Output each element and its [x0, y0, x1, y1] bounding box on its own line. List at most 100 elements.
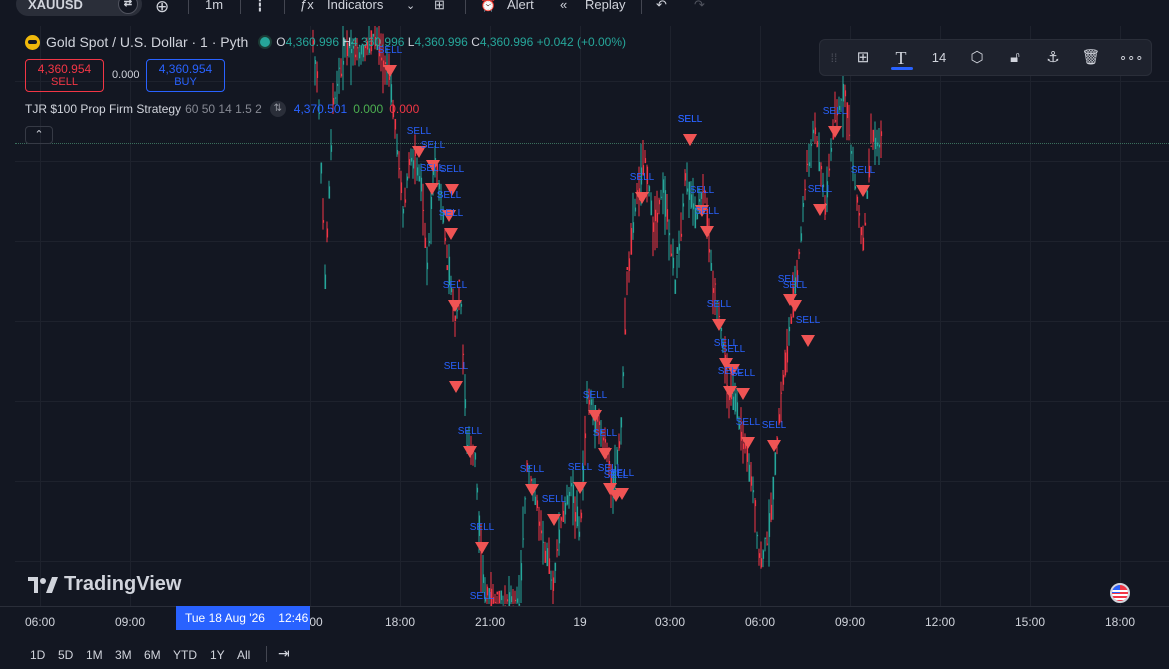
candle-body	[798, 251, 801, 255]
more-icon[interactable]: ∘∘∘	[1119, 48, 1143, 68]
sell-arrow-icon	[588, 410, 602, 422]
settings-icon[interactable]: ⬡	[967, 48, 987, 68]
time-label: 09:00	[834, 615, 866, 629]
replay-icon[interactable]: «	[560, 0, 567, 12]
sell-signal-marker[interactable]: SELL	[762, 420, 787, 452]
sell-signal-label: SELL	[851, 165, 876, 176]
sell-signal-marker[interactable]: SELL	[470, 522, 495, 554]
candle-body	[340, 73, 343, 77]
candle-body	[578, 531, 581, 537]
sell-signal-marker[interactable]: SELL	[568, 462, 593, 494]
candle-body	[766, 543, 769, 545]
crosshair-time: 12:46	[278, 611, 309, 625]
crosshair-date: Tue 18 Aug '26	[185, 611, 265, 625]
legend-title[interactable]: Gold Spot / U.S. Dollar · 1 · Pyth	[46, 34, 248, 50]
delete-icon[interactable]: 🗑︎	[1081, 48, 1101, 68]
candle-body	[718, 315, 721, 317]
candle-body	[810, 143, 813, 146]
sell-signal-label: SELL	[630, 172, 655, 183]
replay-button[interactable]: Replay	[585, 0, 625, 12]
sell-signal-marker[interactable]: SELL	[458, 426, 483, 458]
candle-body	[774, 452, 777, 475]
sell-signal-marker[interactable]: SELL	[520, 464, 545, 496]
time-label: 06:00	[24, 615, 56, 629]
candle-body	[540, 530, 543, 534]
candle-body	[326, 228, 329, 238]
range-1y[interactable]: 1Y	[210, 648, 225, 662]
range-ytd[interactable]: YTD	[173, 648, 197, 662]
alert-button[interactable]: Alert	[507, 0, 534, 12]
candle-body	[454, 315, 457, 322]
range-5d[interactable]: 5D	[58, 648, 73, 662]
text-icon[interactable]: T	[891, 48, 911, 68]
strategy-legend[interactable]: TJR $100 Prop Firm Strategy 60 50 14 1.5…	[25, 101, 419, 117]
collapse-legend-button[interactable]: ⌃	[25, 126, 53, 144]
candle-type-icon[interactable]: ┇	[256, 0, 264, 13]
market-status-icon[interactable]	[260, 37, 271, 47]
symbol-label: XAUUSD	[28, 0, 83, 12]
add-symbol-icon[interactable]: ⊕	[155, 0, 169, 17]
sell-signal-label: SELL	[458, 426, 483, 437]
sell-signal-marker[interactable]: SELL	[443, 280, 468, 312]
interval-button[interactable]: 1m	[205, 0, 223, 12]
drag-handle-icon[interactable]: ⁞⁞	[824, 48, 844, 68]
sell-arrow-icon	[475, 542, 489, 554]
undo-icon[interactable]: ↶	[656, 0, 667, 13]
data-window-icon[interactable]: ⇅	[269, 101, 286, 117]
range-1d[interactable]: 1D	[30, 648, 45, 662]
sell-signal-label: SELL	[420, 163, 445, 174]
tradingview-mark-icon	[28, 576, 58, 593]
sell-button[interactable]: 4,360.954 SELL	[25, 59, 104, 92]
range-6m[interactable]: 6M	[144, 648, 161, 662]
brand-name: TradingView	[64, 573, 182, 595]
goto-date-icon[interactable]: ⇥	[278, 645, 290, 662]
candle-body	[752, 490, 755, 493]
change-value: +0.042 (+0.00%)	[536, 35, 627, 49]
candle-body	[536, 500, 539, 509]
candle-body	[552, 577, 555, 591]
font-size-button[interactable]: 14	[929, 48, 949, 68]
range-all[interactable]: All	[237, 648, 250, 662]
anchor-icon[interactable]: ⚓︎	[1043, 48, 1063, 68]
candle-body	[628, 258, 631, 271]
candle-body	[740, 431, 743, 441]
candle-body	[446, 265, 449, 271]
candle-body	[320, 162, 323, 174]
sell-signal-marker[interactable]: SELL	[678, 114, 703, 146]
range-3m[interactable]: 3M	[115, 648, 132, 662]
redo-icon[interactable]: ↷	[694, 0, 705, 13]
candle-body	[398, 168, 401, 170]
candle-body	[500, 590, 503, 601]
compare-icon[interactable]: ⇄	[118, 0, 138, 14]
sell-signal-marker[interactable]: SELL	[808, 184, 833, 216]
candle-body	[784, 352, 787, 376]
time-label: 03:00	[654, 615, 686, 629]
candle-body	[520, 563, 523, 581]
us-flag-icon[interactable]	[1110, 583, 1130, 603]
candle-body	[566, 495, 569, 505]
chevron-down-icon[interactable]: ⌄	[406, 0, 415, 12]
buy-button[interactable]: 4,360.954 BUY	[146, 59, 225, 92]
sell-signal-marker[interactable]: SELL	[736, 417, 761, 449]
candle-body	[428, 241, 431, 243]
lock-icon[interactable]: 🔓︎	[1005, 48, 1025, 68]
candle-body	[630, 228, 633, 255]
symbol-search[interactable]: XAUUSD ⇄	[16, 0, 142, 16]
layouts-icon[interactable]: ⊞	[434, 0, 445, 13]
crosshair-time-label: Tue 18 Aug '26 12:46	[176, 606, 310, 630]
sell-arrow-icon	[788, 300, 802, 312]
indicators-icon[interactable]: ƒx	[300, 0, 314, 12]
sell-signal-label: SELL	[568, 462, 593, 473]
candle-body	[542, 541, 545, 543]
alert-icon[interactable]: ⏰	[480, 0, 496, 13]
sell-signal-marker[interactable]: SELL	[796, 315, 821, 347]
candle-body	[880, 131, 883, 137]
candle-body	[858, 213, 861, 216]
range-1m[interactable]: 1M	[86, 648, 103, 662]
candle-body	[698, 199, 701, 202]
tradingview-logo[interactable]: TradingView	[28, 573, 181, 596]
candle-body	[786, 346, 789, 363]
templates-icon[interactable]: ⊞	[853, 48, 873, 68]
candle-body	[666, 209, 669, 222]
indicators-button[interactable]: Indicators	[327, 0, 383, 12]
